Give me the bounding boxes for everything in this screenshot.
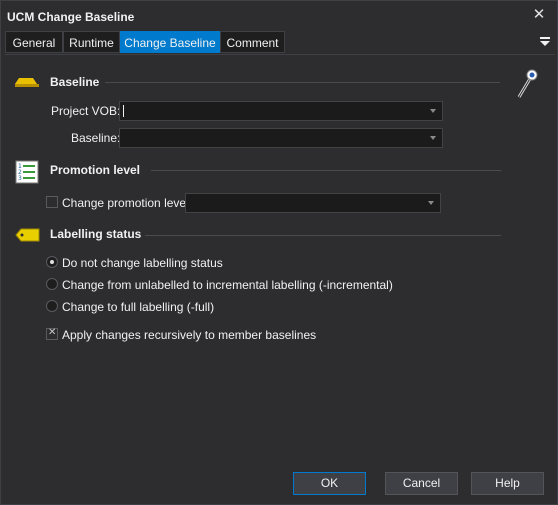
chevron-down-icon[interactable] — [424, 102, 442, 120]
chevron-down-icon[interactable] — [422, 194, 440, 212]
text-cursor — [123, 105, 124, 117]
ok-button[interactable]: OK — [293, 472, 366, 495]
recursive-checkbox[interactable] — [46, 327, 58, 340]
title-bar: UCM Change Baseline ✕ — [1, 1, 557, 31]
promotion-list-icon: 1 2 3 — [15, 160, 39, 184]
window-title: UCM Change Baseline — [7, 10, 135, 24]
radio-incremental-label: Change from unlabelled to incremental la… — [62, 278, 393, 292]
radio-full-label: Change to full labelling (-full) — [62, 300, 215, 314]
tab-divider — [5, 54, 555, 55]
project-vob-label: Project VOB: — [51, 104, 121, 118]
wand-icon — [517, 69, 538, 98]
change-promotion-checkbox[interactable] — [46, 196, 58, 208]
tab-comment[interactable]: Comment — [220, 31, 285, 53]
radio-incremental[interactable] — [46, 278, 58, 290]
radio-full[interactable] — [46, 300, 58, 312]
baseline-icon — [15, 78, 39, 87]
project-vob-combo[interactable] — [119, 101, 443, 121]
baseline-section-title: Baseline — [50, 75, 100, 89]
radio-no-change-label: Do not change labelling status — [62, 256, 223, 270]
baseline-label: Baseline: — [71, 131, 121, 145]
tab-strip: General Runtime Change Baseline Comment — [5, 31, 555, 54]
baseline-combo[interactable] — [119, 128, 443, 148]
labelling-section-title: Labelling status — [50, 227, 142, 241]
promotion-section-title: Promotion level — [50, 163, 141, 177]
recursive-label: Apply changes recursively to member base… — [62, 328, 317, 342]
cancel-button[interactable]: Cancel — [385, 472, 458, 495]
baseline-separator — [105, 82, 500, 83]
close-icon[interactable]: ✕ — [529, 5, 549, 25]
dialog-window: UCM Change Baseline ✕ General Runtime Ch… — [0, 0, 558, 505]
chevron-down-icon[interactable] — [424, 129, 442, 147]
help-button[interactable]: Help — [471, 472, 544, 495]
tab-menu-icon[interactable] — [539, 35, 551, 47]
change-promotion-label: Change promotion level: — [62, 196, 193, 210]
promotion-separator — [151, 170, 501, 171]
tab-runtime[interactable]: Runtime — [63, 31, 120, 53]
svg-text:3: 3 — [18, 175, 22, 182]
tab-general[interactable]: General — [5, 31, 63, 53]
tab-change-baseline[interactable]: Change Baseline — [120, 31, 220, 53]
promotion-level-combo[interactable] — [185, 193, 441, 213]
labelling-separator — [145, 235, 501, 236]
label-tag-icon — [15, 228, 40, 242]
radio-no-change[interactable] — [46, 256, 58, 268]
